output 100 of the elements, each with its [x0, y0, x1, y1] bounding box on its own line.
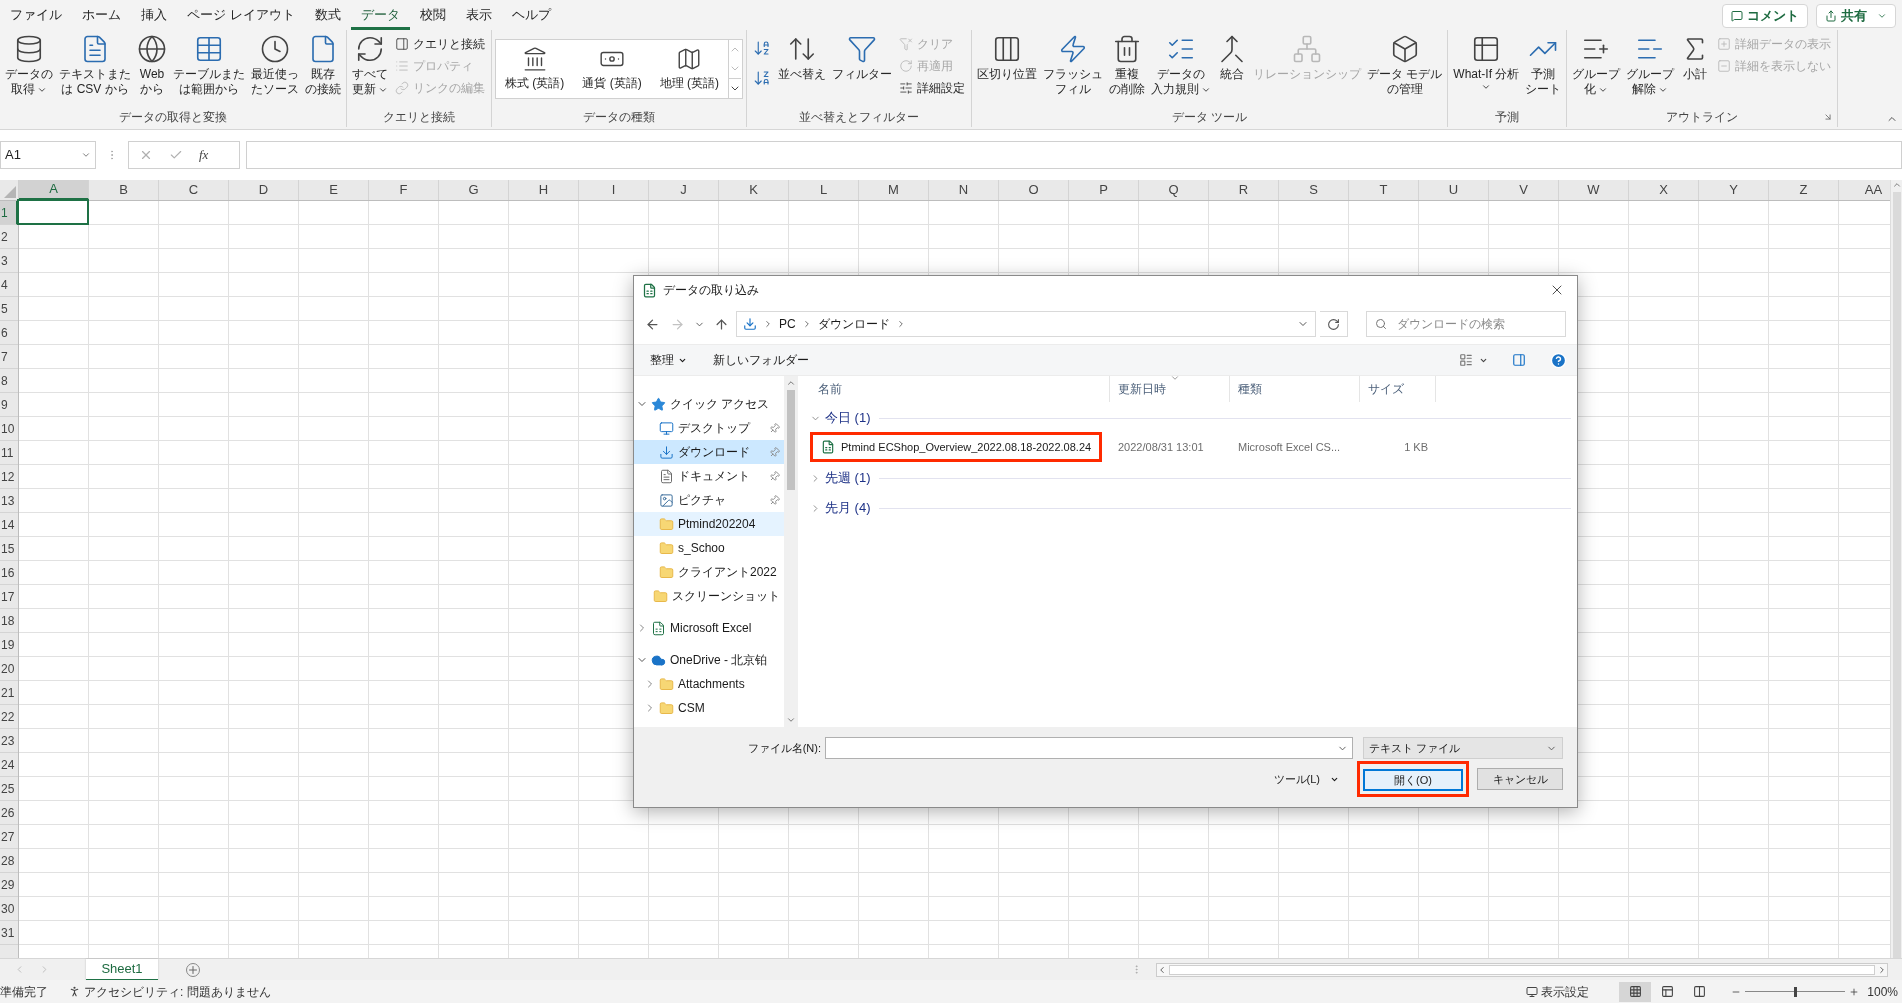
display-settings-icon[interactable] [1526, 985, 1539, 998]
zoom-level[interactable]: 100% [1867, 982, 1898, 1001]
column-header[interactable]: M [859, 180, 929, 200]
column-header[interactable]: E [299, 180, 369, 200]
row-header[interactable]: 4 [0, 273, 18, 297]
comment-button[interactable]: コメント [1722, 4, 1808, 28]
ribbon-button[interactable]: フィルター [830, 30, 894, 107]
nav-item[interactable]: ダウンロード [634, 440, 784, 464]
column-header[interactable]: Z [1769, 180, 1839, 200]
column-header[interactable]: U [1419, 180, 1489, 200]
search-field[interactable]: ダウンロードの検索 [1366, 311, 1566, 337]
breadcrumb-item[interactable]: ダウンロード [817, 315, 890, 333]
formula-input[interactable] [246, 141, 1902, 169]
menu-tab[interactable]: 挿入 [131, 2, 177, 30]
scroll-left-icon[interactable] [1157, 964, 1167, 975]
column-header[interactable]: L [789, 180, 859, 200]
data-type-option[interactable]: 株式 (英語) [496, 39, 574, 98]
ribbon-button[interactable]: 既存 の接続 [303, 30, 343, 107]
cancel-icon[interactable] [139, 148, 153, 162]
ribbon-button[interactable]: テキストまた は CSV から [57, 30, 133, 107]
zoom-slider[interactable] [1745, 986, 1846, 997]
nav-item[interactable]: ドキュメント [634, 464, 784, 488]
group-header[interactable]: 今日 (1) [825, 408, 871, 428]
column-header[interactable]: 種類 [1230, 376, 1360, 402]
ribbon-button[interactable]: データ モデル の管理 [1365, 30, 1445, 107]
column-header[interactable]: サイズ [1360, 376, 1436, 402]
row-header[interactable]: 3 [0, 249, 18, 273]
row-header[interactable]: 16 [0, 561, 18, 585]
group-header[interactable]: 先月 (4) [825, 498, 871, 518]
file-name-input[interactable] [825, 737, 1353, 759]
share-button[interactable]: 共有 [1816, 4, 1896, 28]
column-header[interactable]: R [1209, 180, 1279, 200]
scroll-right-icon[interactable] [1877, 964, 1887, 975]
column-header[interactable]: Q [1139, 180, 1209, 200]
ribbon-button[interactable]: 重複 の削除 [1107, 30, 1147, 107]
menu-tab[interactable]: 数式 [304, 2, 351, 30]
row-header[interactable]: 30 [0, 897, 18, 921]
row-header[interactable]: 15 [0, 537, 18, 561]
display-settings-link[interactable]: 表示設定 [1541, 982, 1590, 1001]
insert-function-button[interactable]: fx [199, 145, 209, 165]
nav-item[interactable]: ピクチャ [634, 488, 784, 512]
scrollbar-thumb[interactable] [1169, 964, 1875, 975]
ribbon-button[interactable]: データの 入力規則 [1149, 30, 1213, 107]
row-header[interactable]: 18 [0, 609, 18, 633]
column-header[interactable]: F [369, 180, 439, 200]
scrollbar-thumb[interactable] [1892, 191, 1901, 958]
ribbon-button[interactable]: グループ 解除 [1624, 30, 1677, 107]
row-header[interactable]: 22 [0, 705, 18, 729]
column-header[interactable]: O [999, 180, 1069, 200]
data-type-option[interactable]: 地理 (英語) [650, 39, 728, 98]
sheet-tab[interactable]: Sheet1 [86, 958, 158, 981]
column-header[interactable]: A [19, 180, 89, 200]
enter-icon[interactable] [169, 148, 183, 162]
nav-item[interactable]: クライアント2022 [634, 560, 784, 584]
nav-item[interactable]: Microsoft Excel [634, 616, 784, 640]
file-type-select[interactable]: テキスト ファイル [1363, 737, 1563, 759]
row-header[interactable]: 12 [0, 465, 18, 489]
row-header[interactable]: 28 [0, 849, 18, 873]
menu-tab[interactable]: ページ レイアウト [177, 2, 305, 30]
organize-button[interactable]: 整理 [644, 351, 693, 369]
row-header[interactable]: 10 [0, 417, 18, 441]
ribbon-button[interactable]: グループ 化 [1570, 30, 1623, 107]
vertical-scrollbar[interactable] [1890, 180, 1902, 958]
row-header[interactable]: 9 [0, 393, 18, 417]
breadcrumb-item[interactable]: PC [779, 315, 796, 333]
scroll-up-icon[interactable] [1891, 180, 1902, 190]
column-header[interactable]: 更新日時 [1110, 376, 1230, 402]
nav-item[interactable]: スクリーンショット [634, 584, 784, 608]
row-header[interactable]: 8 [0, 369, 18, 393]
ribbon-small-button[interactable]: 詳細設定 [896, 78, 968, 98]
view-options-icon[interactable] [1459, 353, 1473, 367]
column-header[interactable]: C [159, 180, 229, 200]
nav-item[interactable]: Attachments [634, 672, 784, 696]
row-header[interactable]: 25 [0, 777, 18, 801]
column-header[interactable]: I [579, 180, 649, 200]
preview-pane-icon[interactable] [1512, 353, 1526, 367]
row-header[interactable]: 5 [0, 297, 18, 321]
nav-item[interactable]: クイック アクセス [634, 392, 784, 416]
ribbon-button[interactable]: 区切り位置 [975, 30, 1039, 107]
column-header[interactable]: K [719, 180, 789, 200]
column-header[interactable]: B [89, 180, 159, 200]
ribbon-button[interactable]: Web から [135, 30, 169, 107]
ribbon-button[interactable]: What-If 分析 [1451, 30, 1522, 107]
row-header[interactable]: 2 [0, 225, 18, 249]
row-header[interactable]: 29 [0, 873, 18, 897]
column-header[interactable]: S [1279, 180, 1349, 200]
ribbon-small-button[interactable]: クエリと接続 [392, 34, 488, 54]
row-header[interactable]: 14 [0, 513, 18, 537]
open-button[interactable]: 開く(O) [1363, 769, 1463, 792]
cancel-button[interactable]: キャンセル [1477, 768, 1563, 791]
row-header[interactable]: 23 [0, 729, 18, 753]
row-header[interactable]: 21 [0, 681, 18, 705]
ribbon-button[interactable]: 並べ替え [776, 30, 828, 107]
up-icon[interactable] [714, 316, 729, 332]
column-header[interactable]: W [1559, 180, 1629, 200]
accessibility-status[interactable]: アクセシビリティ: 問題ありません [84, 982, 271, 1001]
menu-tab[interactable]: 表示 [455, 2, 502, 30]
nav-item[interactable]: デスクトップ [634, 416, 784, 440]
ribbon-button[interactable]: すべて 更新 [350, 30, 390, 107]
horizontal-scrollbar[interactable] [1156, 962, 1888, 977]
